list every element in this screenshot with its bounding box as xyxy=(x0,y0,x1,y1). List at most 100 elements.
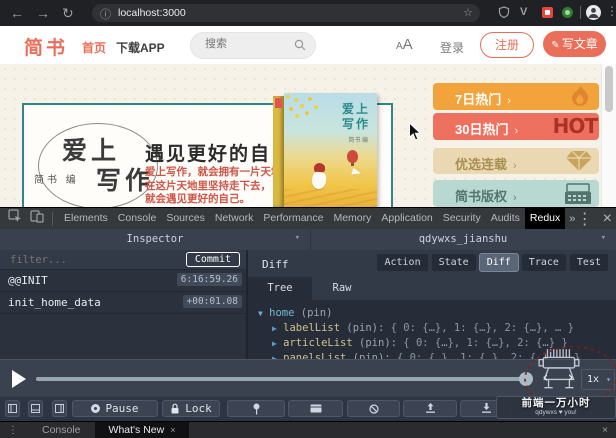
vue-extension-icon[interactable]: V xyxy=(520,6,527,18)
register-button[interactable]: 注册 xyxy=(480,32,534,58)
dock-right-button[interactable] xyxy=(52,400,67,417)
devtools-tab-redux[interactable]: Redux xyxy=(524,208,566,229)
watermark-title: 前端一万小时 xyxy=(521,397,591,409)
search-icon xyxy=(294,39,306,51)
side-banner-7day-hot[interactable]: 7日热门 › xyxy=(433,83,599,110)
side-banner-label: 30日热门 xyxy=(455,122,509,137)
pause-recording-button[interactable]: Pause xyxy=(72,400,158,417)
persist-pin-button[interactable] xyxy=(227,400,285,417)
format-tab-tree[interactable]: Tree xyxy=(248,277,312,300)
devtools-tab-network[interactable]: Network xyxy=(210,208,259,229)
view-tab-test[interactable]: Test xyxy=(569,254,608,271)
font-size-toggle[interactable]: AA xyxy=(396,36,413,54)
devtools-tab-performance[interactable]: Performance xyxy=(258,208,328,229)
collapsed-arrow-icon[interactable]: ▶ xyxy=(272,339,277,348)
redux-selector-row: Inspector ▾ qdywxs_jianshu ▾ xyxy=(0,229,616,251)
scrollbar-thumb[interactable] xyxy=(605,66,613,112)
format-tab-raw[interactable]: Raw xyxy=(312,277,372,300)
drawer-close-icon[interactable]: × xyxy=(602,425,608,436)
address-bar[interactable]: ⓘ localhost:3000 ☆ xyxy=(92,4,480,22)
instance-select[interactable]: qdywxs_jianshu ▾ xyxy=(310,229,616,250)
font-large-icon: A xyxy=(402,36,413,53)
devtools-menu-icon[interactable]: ⋮ xyxy=(577,209,593,229)
dock-bottom-button[interactable] xyxy=(28,400,43,417)
tree-pin: (pin): xyxy=(359,337,397,349)
blossom-dots xyxy=(286,95,290,99)
format-tabs: Tree Raw xyxy=(248,277,616,300)
nav-home[interactable]: 首页 xyxy=(82,39,106,56)
nav-download-app[interactable]: 下载APP xyxy=(116,39,165,56)
view-tab-action[interactable]: Action xyxy=(377,254,428,271)
side-banner-30day-hot[interactable]: 30日热门 › HOT xyxy=(433,113,599,140)
inspect-element-icon[interactable] xyxy=(8,209,22,228)
bookmark-icon[interactable]: ☆ xyxy=(463,6,473,19)
side-banner-jianshu-copyright[interactable]: 简书版权 › xyxy=(433,180,599,207)
commit-button[interactable]: Commit xyxy=(185,252,240,267)
search-input[interactable] xyxy=(203,37,291,51)
view-tab-diff[interactable]: Diff xyxy=(479,254,518,271)
url-text[interactable]: localhost:3000 xyxy=(118,7,186,19)
monitor-select-label: Inspector xyxy=(126,233,184,245)
devtools-tab-memory[interactable]: Memory xyxy=(328,208,376,229)
monitor-select[interactable]: Inspector ▾ xyxy=(0,229,311,250)
side-banner-featured-serial[interactable]: 优选连载 › xyxy=(433,148,599,174)
devtools-tab-application[interactable]: Application xyxy=(376,208,437,229)
play-button[interactable] xyxy=(12,370,26,388)
card-icon xyxy=(310,404,321,413)
reload-button[interactable]: ↻ xyxy=(62,3,74,23)
device-toolbar-icon[interactable] xyxy=(30,209,44,228)
upload-button[interactable] xyxy=(403,400,457,417)
site-info-icon[interactable]: ⓘ xyxy=(100,6,111,22)
timeline-slider[interactable] xyxy=(36,377,532,381)
collapsed-arrow-icon[interactable]: ▶ xyxy=(272,324,277,333)
action-row-init-home-data[interactable]: init_home_data +00:01.08 xyxy=(0,291,246,314)
red-extension-icon[interactable] xyxy=(542,7,553,18)
font-small-icon: A xyxy=(396,41,403,52)
devtools-tab-audits[interactable]: Audits xyxy=(486,208,525,229)
jianshu-logo[interactable]: 简书 xyxy=(24,33,68,60)
tree-node-home[interactable]: ▼ home (pin) xyxy=(258,306,616,321)
block-button[interactable] xyxy=(347,400,400,417)
drawer-menu-icon[interactable]: ⋮ xyxy=(8,425,18,436)
slogan-line: 在这片天地里坚持走下去， xyxy=(145,179,271,192)
view-tab-state[interactable]: State xyxy=(431,254,476,271)
chevron-right-icon: › xyxy=(507,95,511,107)
back-button[interactable]: ← xyxy=(10,3,24,23)
search-box[interactable] xyxy=(190,32,316,59)
profile-avatar[interactable] xyxy=(586,5,601,20)
hot-badge: HOT xyxy=(552,114,598,138)
devtools-tab-sources[interactable]: Sources xyxy=(161,208,210,229)
action-filter-input[interactable] xyxy=(8,253,152,267)
browser-toolbar: ← → ↻ ⓘ localhost:3000 ☆ V ⋮ xyxy=(0,0,616,26)
expanded-arrow-icon[interactable]: ▼ xyxy=(258,309,263,318)
lock-changes-button[interactable]: Lock xyxy=(162,400,220,417)
chevron-right-icon: › xyxy=(513,160,517,172)
drawer-tab-label: What's New xyxy=(108,424,165,436)
book-spine xyxy=(273,96,284,207)
devtools-tab-security[interactable]: Security xyxy=(438,208,486,229)
page-scrollbar[interactable] xyxy=(601,64,616,207)
panel-title: Diff xyxy=(262,258,289,271)
promo-headline: 遇见更好的自己 xyxy=(145,144,293,165)
dock-left-button[interactable] xyxy=(5,400,20,417)
browser-menu-icon[interactable]: ⋮ xyxy=(606,4,616,18)
green-extension-icon[interactable] xyxy=(562,7,573,18)
forward-button[interactable]: → xyxy=(36,3,50,23)
login-link[interactable]: 登录 xyxy=(440,39,464,56)
tab-close-icon[interactable]: × xyxy=(170,425,175,435)
shield-extension-icon[interactable] xyxy=(498,6,510,24)
tree-key: panelsList xyxy=(283,352,347,359)
devtools-close-icon[interactable]: × xyxy=(603,210,612,228)
side-banner-label: 简书版权 xyxy=(455,189,508,204)
paper-plane xyxy=(351,167,362,178)
toolbar-divider xyxy=(580,6,581,19)
devtools-tab-console[interactable]: Console xyxy=(113,208,162,229)
view-tab-trace[interactable]: Trace xyxy=(521,254,566,271)
devtools-tab-elements[interactable]: Elements xyxy=(59,208,113,229)
pen-icon: ✎ xyxy=(551,40,560,51)
export-card-button[interactable] xyxy=(288,400,343,417)
tree-node-labellist[interactable]: ▶ labelList (pin): { 0: {…}, 1: {…}, 2: … xyxy=(272,321,616,336)
side-banner-label: 7日热门 xyxy=(455,92,502,107)
action-row-init[interactable]: @@INIT 6:16:59.26 xyxy=(0,269,246,292)
write-article-button[interactable]: ✎ 写文章 xyxy=(543,31,606,57)
